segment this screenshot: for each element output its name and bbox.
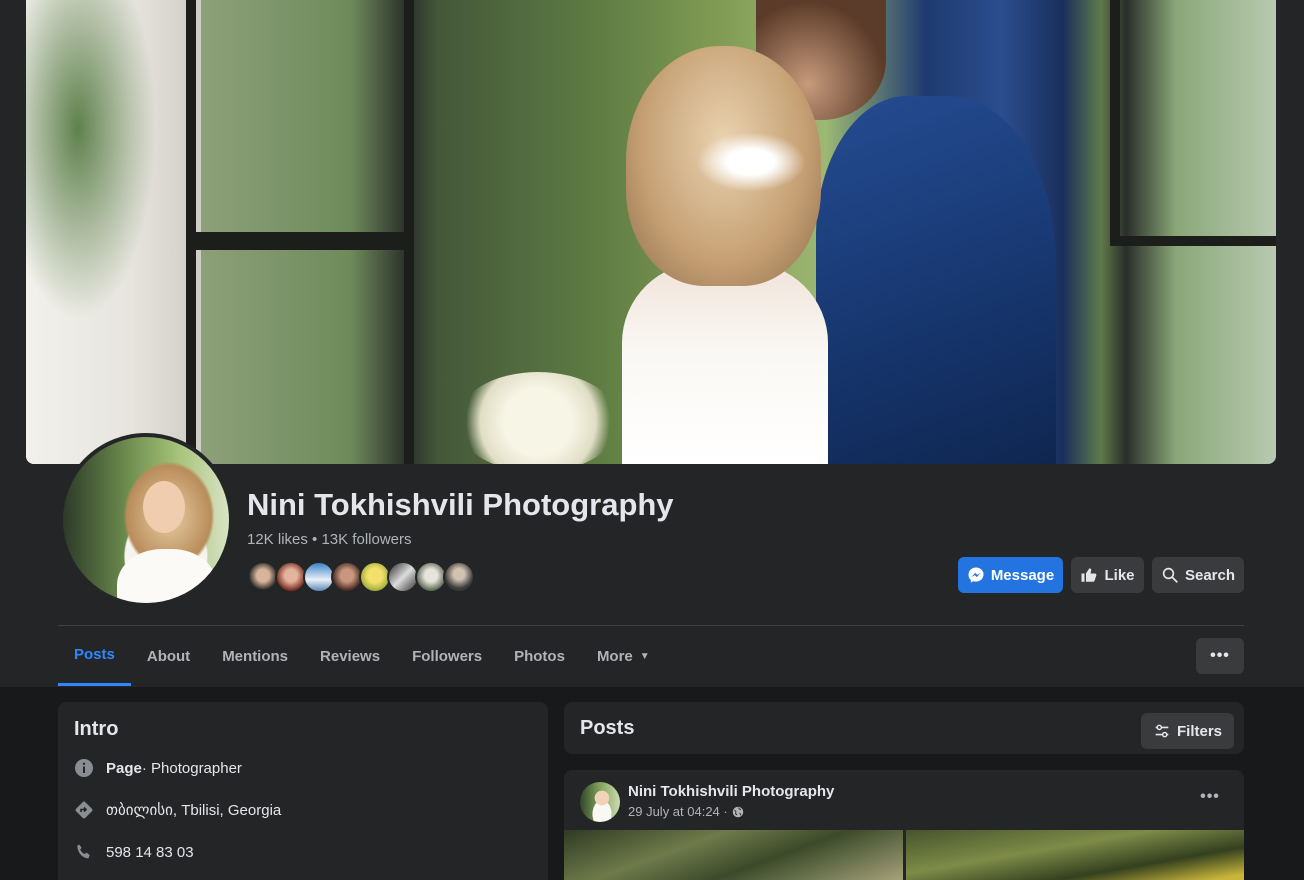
search-button-label: Search [1184, 566, 1236, 584]
cover-ribbon [696, 132, 806, 192]
intro-category-text: · Photographer [141, 759, 242, 777]
caret-down-icon: ▼ [639, 650, 650, 662]
message-button-label: Message [990, 566, 1055, 584]
page-stats[interactable]: 12K likes • 13K followers [247, 531, 412, 548]
filters-button[interactable]: Filters [1141, 713, 1235, 749]
cover-plant [26, 0, 156, 320]
thumbs-up-icon [1081, 568, 1097, 582]
info-icon [74, 758, 94, 778]
post-timestamp[interactable]: 29 July at 04:24 · [628, 804, 728, 819]
directions-icon [74, 800, 94, 820]
tab-label: About [146, 647, 191, 665]
avatar-dress [117, 549, 217, 603]
phone-icon [74, 842, 94, 862]
tab-about[interactable]: About [131, 626, 206, 686]
cover-bride-dress [622, 262, 828, 464]
post-author-name[interactable]: Nini Tokhishvili Photography [628, 783, 834, 800]
cover-window-pane [186, 0, 414, 250]
page-title: Nini Tokhishvili Photography [247, 487, 674, 522]
ellipsis-icon: ••• [1210, 647, 1230, 664]
tab-reviews[interactable]: Reviews [304, 626, 396, 686]
intro-phone[interactable]: 598 14 83 03 [74, 842, 194, 862]
like-button-label: Like [1104, 566, 1135, 584]
posts-header-card: Posts Filters [564, 702, 1244, 754]
cover-photo[interactable] [26, 0, 1276, 464]
globe-icon [732, 806, 743, 817]
intro-phone-text: 598 14 83 03 [106, 843, 194, 861]
intro-location[interactable]: თბილისი, Tbilisi, Georgia [74, 800, 281, 820]
filters-label: Filters [1177, 722, 1223, 740]
message-button[interactable]: Message [958, 557, 1063, 593]
page-tabs: Posts About Mentions Reviews Followers P… [58, 626, 666, 686]
post-options-button[interactable]: ••• [1194, 788, 1226, 812]
intro-page-label: Page [106, 759, 142, 777]
cover-bouquet [456, 372, 620, 464]
search-icon [1162, 567, 1178, 583]
page-options-button[interactable]: ••• [1196, 638, 1244, 674]
cover-window-pane [186, 232, 414, 464]
post-meta: 29 July at 04:24 · [628, 804, 744, 819]
ellipsis-icon: ••• [1200, 788, 1220, 805]
intro-location-text: თბილისი, Tbilisi, Georgia [106, 802, 282, 819]
tab-label: More [596, 647, 633, 665]
cover-window-pane [1110, 0, 1276, 246]
facebook-page: Nini Tokhishvili Photography 12K likes •… [0, 0, 1304, 880]
tab-label: Followers [412, 647, 483, 665]
posts-title: Posts [580, 717, 635, 739]
post-photo[interactable] [906, 830, 1244, 880]
sliders-icon [1155, 724, 1169, 738]
follower-avatars [247, 561, 475, 593]
post-photo[interactable] [564, 830, 903, 880]
search-button[interactable]: Search [1152, 557, 1244, 593]
follower-avatar[interactable] [443, 561, 475, 593]
post-author-avatar[interactable] [580, 782, 620, 822]
tab-more[interactable]: More ▼ [581, 626, 666, 686]
tab-posts[interactable]: Posts [58, 626, 131, 686]
avatar-face [143, 481, 185, 533]
intro-title: Intro [74, 718, 119, 740]
tab-label: Reviews [320, 647, 381, 665]
tab-followers[interactable]: Followers [396, 626, 498, 686]
intro-card: Intro Page · Photographer თბილისი, Tbili… [58, 702, 548, 880]
post-card: Nini Tokhishvili Photography 29 July at … [564, 770, 1244, 880]
tab-label: Posts [74, 646, 115, 663]
tab-label: Mentions [222, 647, 289, 665]
tab-photos[interactable]: Photos [498, 626, 581, 686]
messenger-icon [968, 567, 984, 583]
tab-mentions[interactable]: Mentions [206, 626, 304, 686]
cover-groom [816, 96, 1056, 464]
tab-label: Photos [514, 647, 565, 665]
intro-category: Page · Photographer [74, 758, 242, 778]
profile-avatar[interactable] [59, 433, 233, 607]
like-button[interactable]: Like [1071, 557, 1144, 593]
